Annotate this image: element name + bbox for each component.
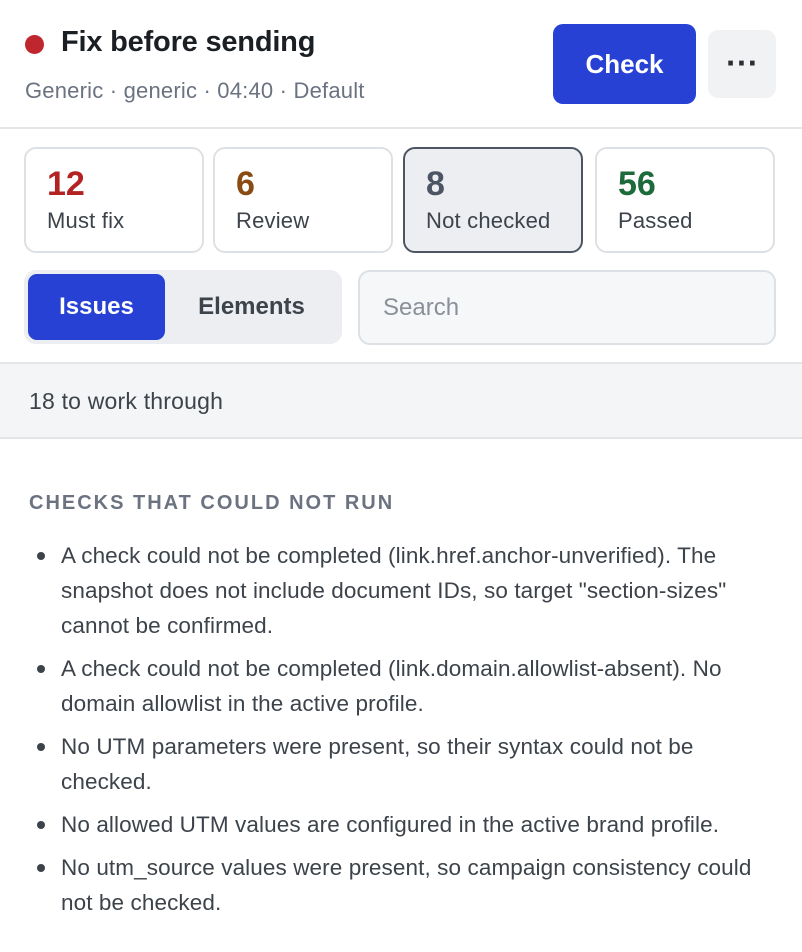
search-input[interactable]: [358, 270, 776, 345]
unrun-checks-list: A check could not be completed (link.hre…: [29, 538, 789, 928]
stat-count: 6: [236, 165, 255, 203]
check-button[interactable]: Check: [553, 24, 696, 104]
stat-card-passed[interactable]: 56 Passed: [595, 147, 775, 253]
stat-count: 12: [47, 165, 85, 203]
list-item: A check could not be completed (link.dom…: [29, 651, 789, 721]
section-heading: CHECKS THAT COULD NOT RUN: [29, 492, 395, 514]
list-item: No UTM parameters were present, so their…: [29, 729, 789, 799]
stat-label: Review: [236, 208, 310, 233]
page-title: Fix before sending: [61, 26, 316, 58]
issues-summary: 18 to work through: [29, 388, 224, 414]
stat-card-not-checked[interactable]: 8 Not checked: [403, 147, 583, 253]
profile-meta: Generic · generic · 04:40 · Default: [25, 78, 365, 103]
list-item: No utm_source values were present, so ca…: [29, 850, 789, 920]
tab-issues[interactable]: Issues: [28, 274, 165, 340]
summary-bar: 18 to work through: [0, 362, 802, 439]
stat-count: 8: [426, 165, 445, 203]
status-dot-icon: [25, 35, 44, 54]
stat-label: Not checked: [426, 208, 551, 233]
stat-card-must-fix[interactable]: 12 Must fix: [24, 147, 204, 253]
list-item: A check could not be completed (link.hre…: [29, 538, 789, 643]
stat-label: Passed: [618, 208, 693, 233]
list-item: No allowed UTM values are configured in …: [29, 807, 789, 842]
stat-card-review[interactable]: 6 Review: [213, 147, 393, 253]
panel-header: Fix before sending Generic · generic · 0…: [0, 0, 802, 129]
stat-label: Must fix: [47, 208, 125, 233]
more-options-icon[interactable]: ···: [708, 30, 776, 98]
view-toggle: Issues Elements: [24, 270, 342, 344]
tab-elements[interactable]: Elements: [174, 274, 329, 340]
stat-count: 56: [618, 165, 656, 203]
